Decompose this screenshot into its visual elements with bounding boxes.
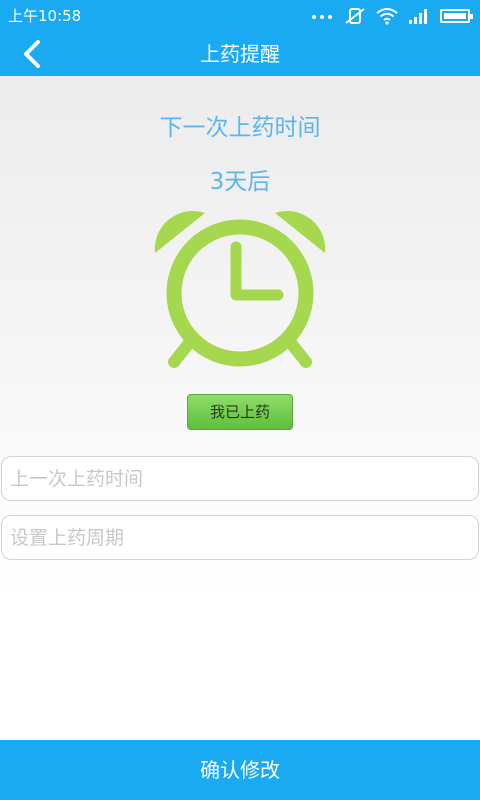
medicated-button[interactable]: 我已上药 (187, 394, 293, 430)
next-time-label: 下一次上药时间 (159, 115, 321, 141)
signal-icon (408, 7, 430, 25)
status-time: 上午10:58 (8, 7, 82, 25)
next-time-value: 3天后 (209, 169, 271, 195)
status-bar: 上午10:58 (0, 0, 480, 32)
more-dots-icon (310, 7, 334, 25)
page-title: 上药提醒 (200, 42, 280, 66)
cycle-input[interactable] (2, 516, 478, 559)
wifi-icon (376, 7, 398, 25)
cycle-field (1, 515, 479, 560)
last-time-input[interactable] (2, 457, 478, 500)
last-time-field (1, 456, 479, 501)
confirm-button[interactable]: 确认修改 (0, 740, 480, 800)
nav-bar: 上药提醒 (0, 32, 480, 76)
alarm-clock-icon (150, 205, 330, 375)
battery-icon (440, 9, 473, 23)
vibrate-off-icon (344, 7, 366, 25)
status-icons (310, 7, 473, 25)
